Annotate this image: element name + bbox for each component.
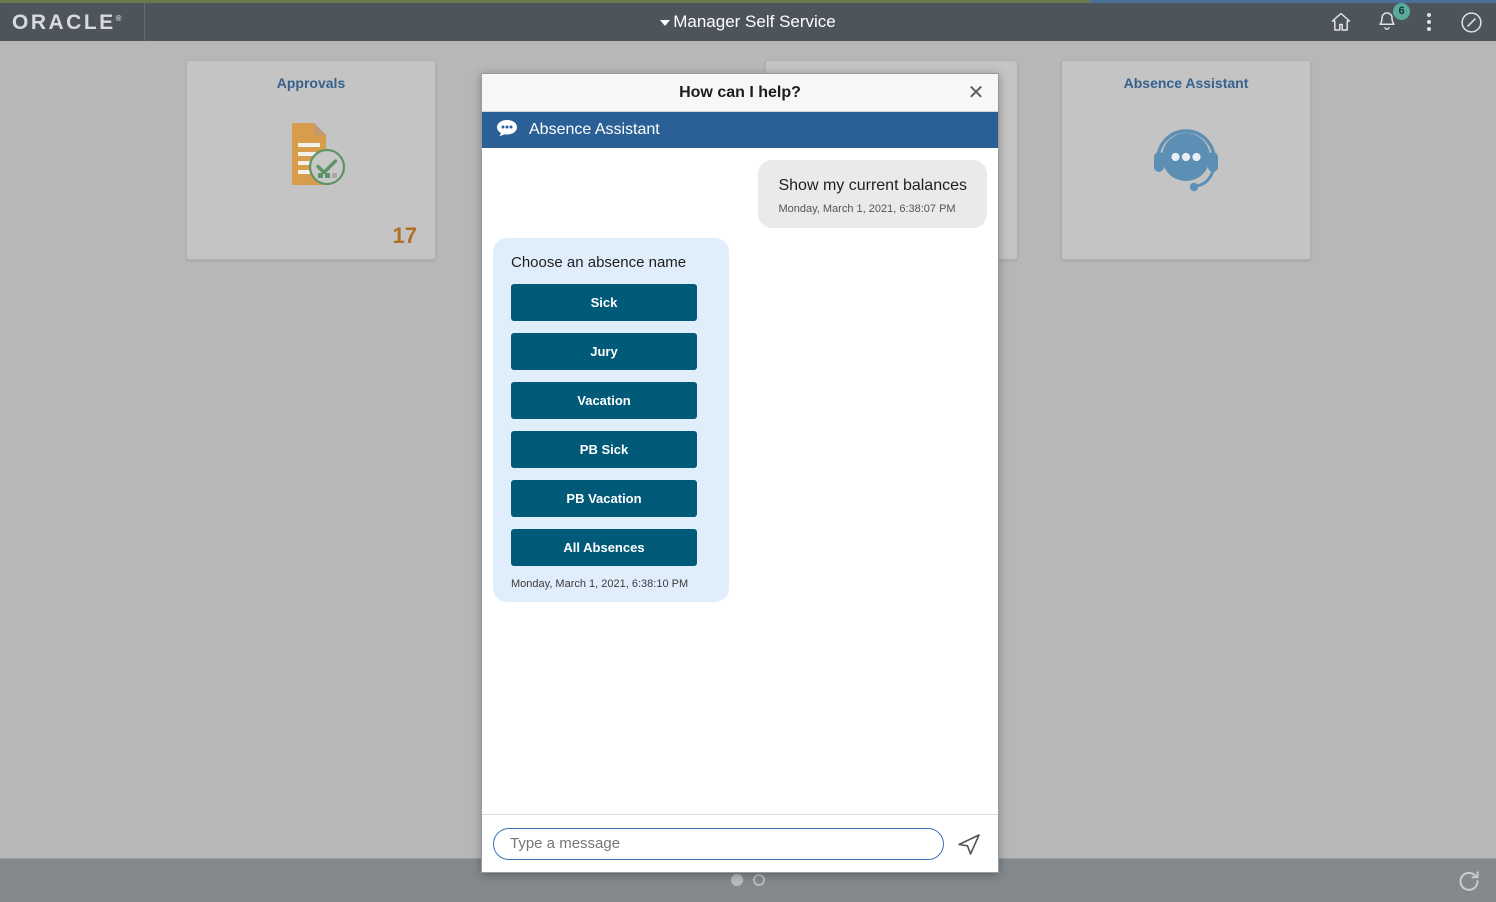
header-icon-group: 6 [1329, 3, 1484, 41]
refresh-icon[interactable] [1456, 868, 1482, 899]
chat-modal-title: How can I help? [679, 83, 801, 101]
tile-absence-assistant[interactable]: Absence Assistant [1061, 60, 1311, 260]
user-message-text: Show my current balances [778, 177, 967, 194]
bot-message-bubble: Choose an absence name Sick Jury Vacatio… [493, 238, 729, 603]
chat-message-user: Show my current balances Monday, March 1… [493, 160, 987, 229]
user-message-bubble: Show my current balances Monday, March 1… [758, 160, 987, 229]
bell-icon[interactable]: 6 [1375, 3, 1410, 34]
tile-approvals-title: Approvals [276, 75, 346, 91]
chat-modal: How can I help? ✕ Absence Assistant Show… [481, 73, 999, 873]
notification-badge: 6 [1393, 3, 1410, 20]
chat-message-bot: Choose an absence name Sick Jury Vacatio… [493, 238, 987, 603]
document-approved-icon [187, 107, 435, 199]
page-title-label: Manager Self Service [673, 12, 836, 31]
bot-message-prompt: Choose an absence name [511, 254, 687, 272]
chat-subheader: Absence Assistant [482, 112, 998, 148]
tile-approvals-count: 17 [392, 223, 417, 248]
choice-button-pb-sick[interactable]: PB Sick [511, 431, 697, 469]
headset-chat-icon [1062, 107, 1310, 199]
choice-button-vacation[interactable]: Vacation [511, 382, 697, 420]
choice-button-sick[interactable]: Sick [511, 284, 697, 322]
page-title[interactable]: Manager Self Service [0, 12, 1496, 32]
chat-input-bar [482, 814, 998, 872]
page-dot-2[interactable] [753, 874, 765, 886]
choice-button-pb-vacation[interactable]: PB Vacation [511, 480, 697, 518]
chevron-down-icon [660, 20, 671, 26]
choice-button-all-absences[interactable]: All Absences [511, 529, 697, 567]
chat-bubble-icon [496, 119, 518, 142]
user-message-timestamp: Monday, March 1, 2021, 6:38:07 PM [778, 203, 956, 216]
global-header: ORACLE® Manager Self Service 6 [0, 3, 1496, 41]
tile-approvals[interactable]: Approvals 17 [186, 60, 436, 260]
chat-message-input[interactable] [493, 827, 944, 860]
application-root: ORACLE® Manager Self Service 6 Approvals… [0, 0, 1496, 902]
chat-subheader-label: Absence Assistant [529, 121, 660, 138]
chat-modal-titlebar: How can I help? ✕ [482, 74, 998, 112]
navbar-compass-icon[interactable] [1459, 10, 1484, 35]
close-icon[interactable]: ✕ [964, 81, 988, 105]
bot-message-timestamp: Monday, March 1, 2021, 6:38:10 PM [511, 578, 689, 591]
tile-absence-assistant-title: Absence Assistant [1123, 75, 1249, 91]
page-indicator [0, 874, 1496, 886]
send-paper-plane-icon[interactable] [954, 829, 984, 859]
kebab-menu-icon[interactable] [1421, 13, 1437, 31]
page-dot-1[interactable] [731, 874, 743, 886]
home-icon[interactable] [1329, 10, 1353, 34]
choice-button-jury[interactable]: Jury [511, 333, 697, 371]
chat-message-list[interactable]: Show my current balances Monday, March 1… [482, 148, 998, 814]
